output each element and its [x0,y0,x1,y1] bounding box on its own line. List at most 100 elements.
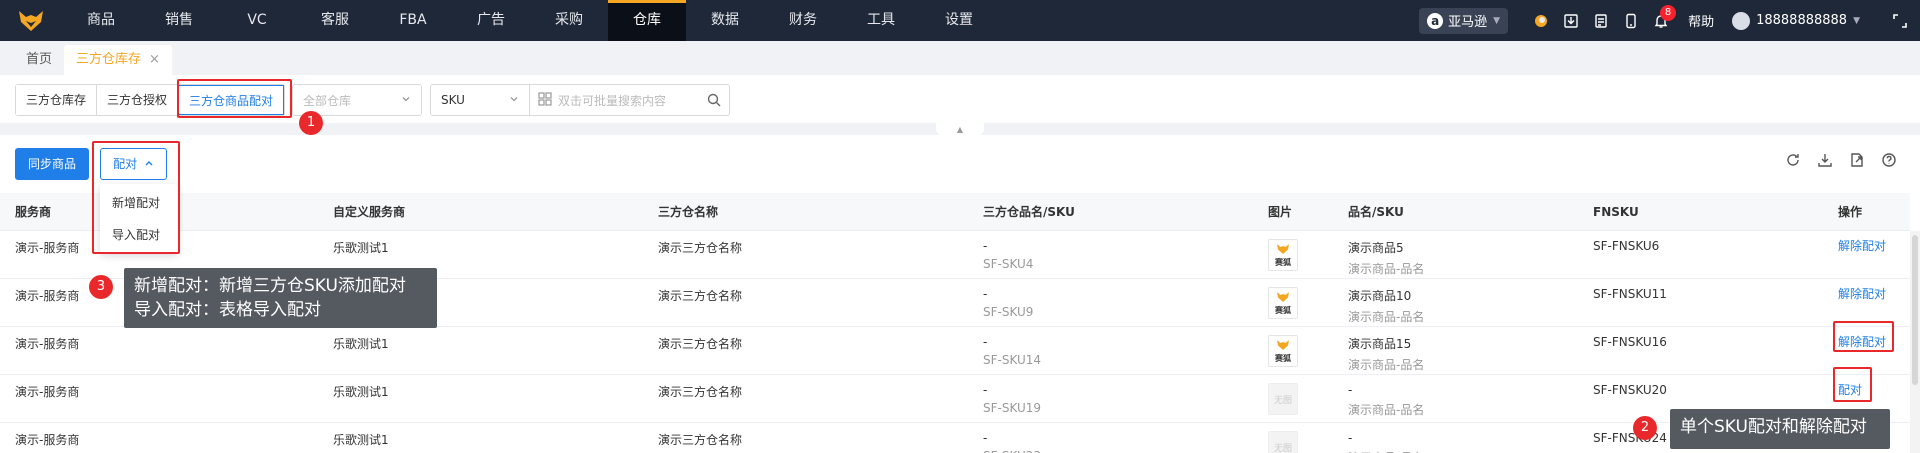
export-icon[interactable] [1816,151,1834,169]
col-tp-name-sku: 三方仓品名/SKU [983,205,1075,219]
task-list-icon[interactable] [1586,0,1616,41]
marketplace-select[interactable]: a 亚马逊 ▼ [1419,7,1509,34]
nav-item[interactable]: 客服 [296,0,374,41]
fox-logo-icon[interactable] [0,0,62,41]
product-name-sub: 演示商品-品名 [1348,310,1425,324]
avatar [1732,11,1751,30]
table-row: 演示-服务商 乐歌测试1 演示三方仓名称 - SF-SKU19 无图 - 演示商品-… [0,375,1910,423]
scrollbar-thumb[interactable] [1912,235,1918,385]
user-name: 18888888888 [1756,13,1848,28]
tp-sku: SF-SKU9 [983,305,1034,319]
cell-name-sku: 演示商品5 演示商品-品名 [1348,239,1424,277]
batch-grid-icon[interactable] [538,91,552,109]
chevron-down-icon [400,93,412,108]
tab-label: 三方仓库存 [76,52,142,67]
nav-item[interactable]: 广告 [452,0,530,41]
product-name: 演示商品15 [1348,337,1412,351]
chevron-down-icon [508,93,520,108]
segment-inventory[interactable]: 三方仓库存 [16,85,98,115]
col-warehouse-name: 三方仓名称 [658,205,719,219]
refresh-icon[interactable] [1784,151,1802,169]
tp-sku: SF-SKU23 [983,449,1041,453]
fox-logo-icon [1275,243,1291,258]
top-navigation: 商品 销售 VC 客服 FBA 广告 采购 仓库 数据 财务 工具 设置 a 亚马逊 ▼ 8 帮助 1… [0,0,1920,41]
main-menu: 商品 销售 VC 客服 FBA 广告 采购 仓库 数据 财务 工具 设置 [62,0,998,41]
product-image[interactable]: 赛狐 [1268,335,1298,367]
export-file-icon[interactable] [1848,151,1866,169]
nav-item[interactable]: 数据 [686,0,764,41]
nav-item[interactable]: 商品 [62,0,140,41]
search-icon[interactable] [707,93,721,110]
cell-name-sku: 演示商品10 演示商品-品名 [1348,287,1424,325]
product-name: 演示商品5 [1348,241,1404,255]
tp-name: - [983,239,988,253]
help-circle-icon[interactable] [1880,151,1898,169]
user-menu[interactable]: 18888888888 ▼ [1732,11,1860,30]
col-actions: 操作 [1838,205,1863,219]
highlight-pairing-tab [177,79,292,118]
cell-custom-provider: 乐歌测试1 [333,433,389,447]
nav-item[interactable]: FBA [374,0,452,41]
product-image[interactable]: 赛狐 [1268,239,1298,271]
cell-warehouse: 演示三方仓名称 [658,337,743,351]
search-field-label: SKU [441,93,465,107]
segment-authorization[interactable]: 三方仓授权 [97,85,179,115]
cell-provider: 演示-服务商 [15,289,80,303]
nav-item[interactable]: 仓库 [608,0,686,41]
product-name-sub: 演示商品-品名 [1348,358,1425,372]
nav-item[interactable]: 销售 [140,0,218,41]
nav-item[interactable]: 采购 [530,0,608,41]
nav-item[interactable]: 财务 [764,0,842,41]
search-input[interactable]: 双击可批量搜索内容 [530,84,730,116]
nav-item[interactable]: 设置 [920,0,998,41]
col-fnsku: FNSKU [1593,205,1639,219]
cell-custom-provider: 乐歌测试1 [333,337,389,351]
tp-sku: SF-SKU4 [983,257,1034,271]
download-icon[interactable] [1556,0,1586,41]
cell-warehouse: 演示三方仓名称 [658,241,743,255]
mobile-icon[interactable] [1616,0,1646,41]
cell-warehouse: 演示三方仓名称 [658,433,743,447]
cell-tp-name-sku: - SF-SKU23 [983,431,1041,453]
nav-item[interactable]: VC [218,0,296,41]
table-scrollbar[interactable] [1910,231,1920,453]
close-icon[interactable]: × [149,52,160,67]
col-custom-provider: 自定义服务商 [333,205,406,219]
cell-fnsku: SF-FNSKU20 [1593,383,1667,397]
annotation-marker-1: 1 [299,111,323,135]
marketplace-label: 亚马逊 [1448,15,1488,30]
cell-tp-name-sku: - SF-SKU14 [983,335,1041,367]
cell-tp-name-sku: - SF-SKU4 [983,239,1033,271]
unpair-link[interactable]: 解除配对 [1838,285,1886,302]
search-field-select[interactable]: SKU [430,84,530,116]
notification-badge: 8 [1660,5,1677,21]
cell-name-sku: - 演示商品-品名 [1348,431,1424,453]
cell-name-sku: - 演示商品-品名 [1348,383,1424,418]
highlight-unpair-link [1833,321,1894,352]
tab-third-party-inventory[interactable]: 三方仓库存 × [64,45,172,75]
highlight-pair-link [1833,367,1872,402]
annotation-marker-2: 2 [1633,416,1657,440]
bell-icon[interactable]: 8 [1646,0,1677,41]
tab-home[interactable]: 首页 [14,45,64,75]
col-name-sku: 品名/SKU [1348,205,1404,219]
image-brand-label: 赛狐 [1275,354,1291,363]
nav-item[interactable]: 工具 [842,0,920,41]
unpair-link[interactable]: 解除配对 [1838,237,1886,254]
assistant-orb-icon[interactable] [1526,0,1556,41]
help-link[interactable]: 帮助 [1688,11,1714,30]
cell-custom-provider: 乐歌测试1 [333,385,389,399]
tp-name: - [983,431,988,445]
product-name-sub: 演示商品-品名 [1348,403,1425,417]
cell-name-sku: 演示商品15 演示商品-品名 [1348,335,1424,373]
tab-label: 首页 [26,52,53,67]
table-tools [1784,151,1898,169]
annotation-marker-3: 3 [89,275,113,299]
collapse-up-icon[interactable]: ▲ [936,123,984,135]
amazon-icon: a [1427,12,1444,29]
sync-products-button[interactable]: 同步商品 [15,148,90,180]
fullscreen-icon[interactable] [1880,0,1920,41]
product-name: - [1348,383,1353,397]
product-image[interactable]: 赛狐 [1268,287,1298,319]
tp-sku: SF-SKU19 [983,401,1042,415]
